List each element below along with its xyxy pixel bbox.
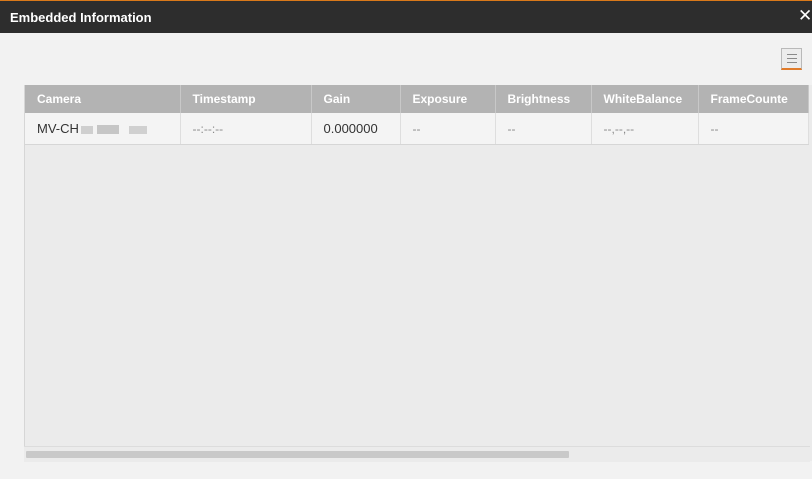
column-header-exposure[interactable]: Exposure — [400, 85, 496, 113]
table-header-row: Camera Timestamp Gain Exposure Brightnes… — [25, 85, 809, 113]
horizontal-scrollbar[interactable] — [24, 446, 810, 462]
column-header-brightness[interactable]: Brightness — [495, 85, 592, 113]
column-header-timestamp[interactable]: Timestamp — [180, 85, 312, 113]
cell-whitebalance: --,--,-- — [591, 113, 699, 145]
title-bar: Embedded Information ✕ — [0, 0, 812, 33]
embedded-info-table[interactable]: Camera Timestamp Gain Exposure Brightnes… — [24, 85, 812, 461]
column-header-camera[interactable]: Camera — [25, 85, 181, 113]
cell-timestamp: --:--:-- — [180, 113, 312, 145]
column-menu-button[interactable] — [781, 48, 802, 70]
cell-camera: MV-CH — [25, 113, 181, 145]
close-icon[interactable]: ✕ — [798, 6, 812, 26]
cell-framecounter: -- — [698, 113, 809, 145]
window-title: Embedded Information — [10, 10, 152, 25]
menu-icon-line — [787, 58, 797, 59]
dialog-content: Camera Timestamp Gain Exposure Brightnes… — [8, 33, 812, 479]
redacted-serial — [96, 125, 119, 135]
column-header-whitebalance[interactable]: WhiteBalance — [591, 85, 699, 113]
cell-exposure: -- — [400, 113, 496, 145]
column-header-gain[interactable]: Gain — [311, 85, 401, 113]
redacted-serial — [80, 125, 93, 134]
menu-icon-line — [787, 54, 797, 55]
menu-icon-line — [787, 62, 797, 63]
camera-name: MV-CH — [37, 121, 79, 136]
cell-gain: 0.000000 — [311, 113, 401, 145]
scrollbar-thumb[interactable] — [26, 451, 569, 458]
cell-brightness: -- — [495, 113, 592, 145]
table-row[interactable]: MV-CH --:--:-- 0.000000 -- -- --,--,-- -… — [25, 113, 809, 145]
column-header-framecounter[interactable]: FrameCounte — [698, 85, 809, 113]
data-table: Camera Timestamp Gain Exposure Brightnes… — [25, 85, 809, 145]
redacted-serial — [128, 125, 147, 134]
